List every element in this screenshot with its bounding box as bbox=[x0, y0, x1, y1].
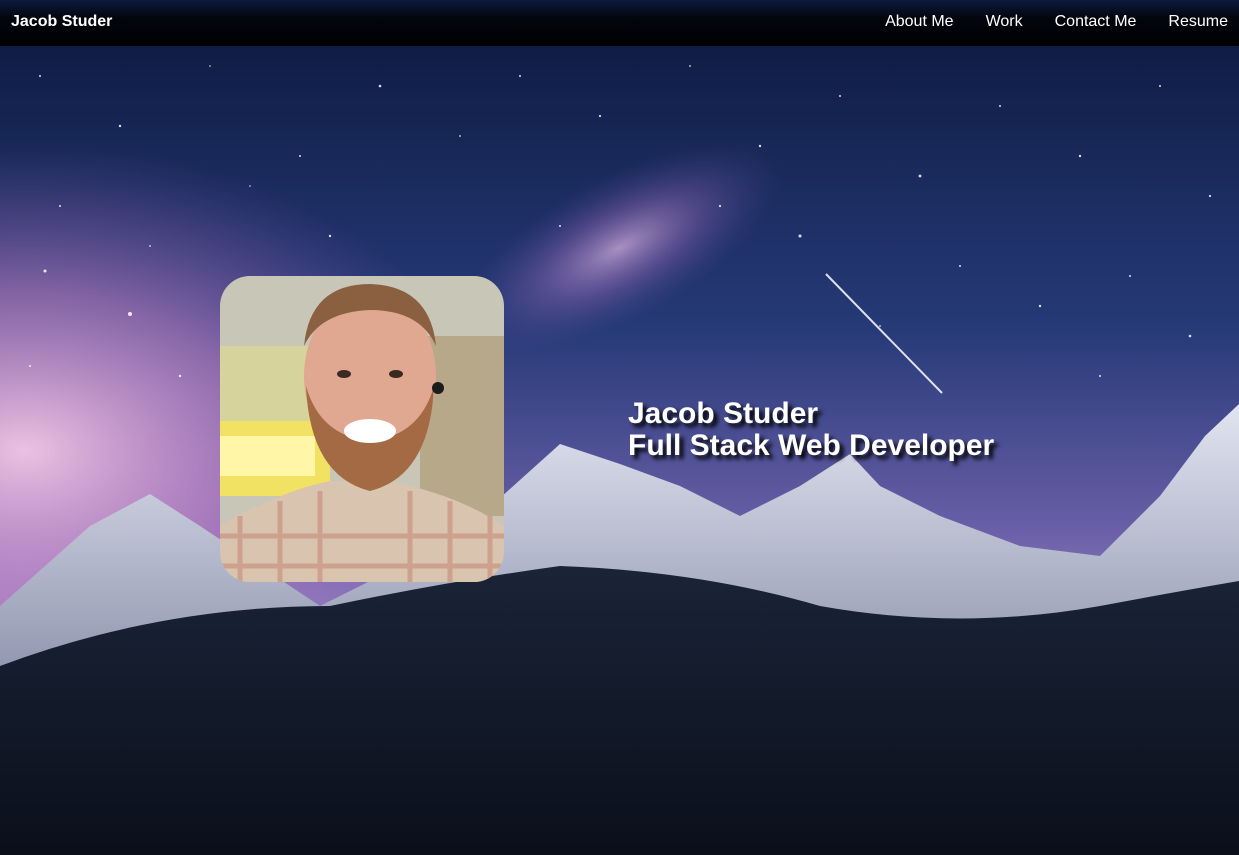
hero-headline: Jacob Studer Full Stack Web Developer bbox=[628, 398, 994, 462]
nav-link-about-me[interactable]: About Me bbox=[885, 13, 953, 31]
nav-link-work[interactable]: Work bbox=[986, 13, 1023, 31]
background-image bbox=[0, 46, 1239, 855]
profile-photo bbox=[220, 276, 504, 582]
hero-name: Jacob Studer bbox=[628, 397, 819, 430]
portrait-image bbox=[220, 276, 504, 582]
hero-section: Jacob Studer Full Stack Web Developer bbox=[0, 46, 1239, 855]
navbar: Jacob Studer About Me Work Contact Me Re… bbox=[0, 0, 1239, 46]
nav-links: About Me Work Contact Me Resume bbox=[853, 13, 1228, 31]
brand-link[interactable]: Jacob Studer bbox=[11, 13, 112, 31]
hero-tagline: Full Stack Web Developer bbox=[628, 429, 995, 462]
nav-link-contact-me[interactable]: Contact Me bbox=[1055, 13, 1137, 31]
nav-link-resume[interactable]: Resume bbox=[1168, 13, 1228, 31]
